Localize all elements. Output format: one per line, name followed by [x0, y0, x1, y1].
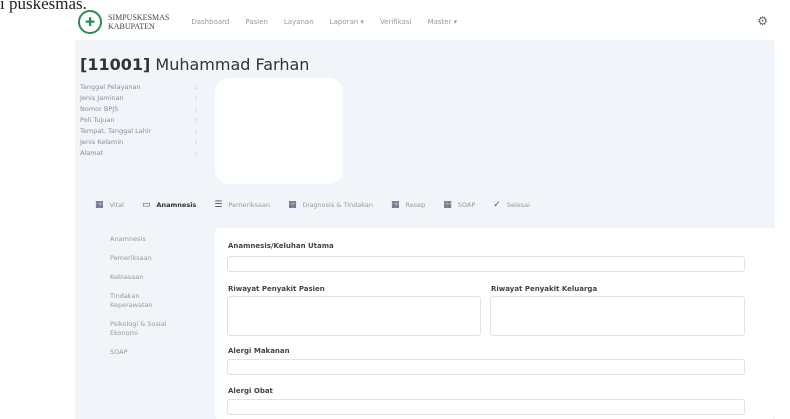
settings-icon[interactable]: ⚙ [757, 14, 768, 28]
sidebar-item-kebiasaan[interactable]: Kebiasaan [110, 273, 180, 282]
tab-vital[interactable]: ▦ Vital [95, 200, 124, 210]
sidebar-item-anamnesis[interactable]: Anamnesis [110, 235, 180, 244]
main-nav: Dashboard Pasien Layanan Laporan ▾ Verif… [191, 18, 457, 26]
service-tabs: ▦ Vital ▭ Anamnesis ☰ Pemeriksaan ▦ Diagnosi… [95, 200, 735, 210]
info-tanggal-pelayanan: Tanggal Pelayanan : [80, 83, 198, 91]
label-alergi-makanan: Alergi Makanan [228, 347, 290, 355]
alergi-obat-input[interactable] [227, 399, 745, 415]
form-section-sidebar: Anamnesis Pemeriksaan Kebiasaan Tindakan… [110, 235, 180, 367]
patient-id: [11001] [80, 55, 151, 74]
keluhan-utama-input[interactable] [227, 256, 745, 272]
page-title: [11001] Muhammad Farhan [80, 55, 309, 74]
tab-resep[interactable]: ▦ Resep [391, 200, 425, 210]
alergi-makanan-input[interactable] [227, 359, 745, 375]
info-ttl: Tempat, Tanggal Lahir : [80, 127, 198, 135]
nav-layanan[interactable]: Layanan [284, 18, 314, 26]
patient-info-list: Tanggal Pelayanan : Jenis Jaminan : Nomo… [80, 82, 210, 159]
tab-selesai[interactable]: ✓ Selesai [493, 200, 530, 210]
patient-photo [215, 78, 343, 184]
page-caption: i puskesmas. [0, 0, 87, 13]
nav-pasien[interactable]: Pasien [245, 18, 268, 26]
tab-pemeriksaan[interactable]: ☰ Pemeriksaan [214, 200, 270, 210]
label-riwayat-penyakit-pasien: Riwayat Penyakit Pasien [228, 285, 325, 293]
list-icon: ☰ [214, 200, 223, 210]
grid-icon: ▦ [443, 200, 452, 210]
grid-icon: ▦ [95, 200, 104, 210]
info-jenis-kelamin: Jenis Kelamin : [80, 138, 198, 146]
sidebar-item-pemeriksaan[interactable]: Pemeriksaan [110, 254, 180, 263]
label-riwayat-penyakit-keluarga: Riwayat Penyakit Keluarga [491, 285, 598, 293]
nav-laporan[interactable]: Laporan ▾ [330, 18, 364, 26]
label-keluhan-utama: Anamnesis/Keluhan Utama [228, 242, 334, 250]
patient-panel: [11001] Muhammad Farhan Tanggal Pelayana… [75, 40, 775, 419]
sidebar-item-tindakan[interactable]: Tindakan Keperawatan [110, 292, 180, 310]
patient-name: Muhammad Farhan [155, 55, 310, 74]
label-alergi-obat: Alergi Obat [228, 387, 273, 395]
anamnesis-form-card: Anamnesis/Keluhan Utama Riwayat Penyakit… [215, 228, 775, 419]
puskesmas-logo[interactable]: ✚ [78, 10, 102, 34]
sidebar-item-psikologi[interactable]: Psikologi & Sosial Ekonomi [110, 320, 180, 338]
grid-icon: ▦ [288, 200, 297, 210]
monitor-icon: ▭ [141, 200, 151, 210]
sidebar-item-soap[interactable]: SOAP [110, 348, 180, 357]
brand-line-1: SIMPUSKESMAS [108, 13, 170, 22]
info-poli-tujuan: Poli Tujuan : [80, 116, 198, 124]
nav-master[interactable]: Master ▾ [428, 18, 458, 26]
info-nomor-bpjs: Nomor BPJS : [80, 105, 198, 113]
tab-diagnosis[interactable]: ▦ Diagnosis & Tindakan [288, 200, 373, 210]
tab-anamnesis[interactable]: ▭ Anamnesis [142, 200, 196, 210]
nav-verifikasi[interactable]: Verifikasi [380, 18, 412, 26]
riwayat-penyakit-pasien-textarea[interactable] [227, 296, 481, 336]
grid-icon: ▦ [391, 200, 400, 210]
check-icon: ✓ [493, 200, 501, 210]
info-jenis-jaminan: Jenis Jaminan : [80, 94, 198, 102]
riwayat-penyakit-keluarga-textarea[interactable] [490, 296, 745, 336]
tab-soap[interactable]: ▦ SOAP [443, 200, 475, 210]
info-alamat: Alamat : [80, 149, 198, 157]
top-navbar: ✚ SIMPUSKESMAS KABUPATEN Dashboard Pasie… [78, 8, 768, 36]
nav-dashboard[interactable]: Dashboard [191, 18, 229, 26]
brand-name: SIMPUSKESMAS KABUPATEN [108, 13, 169, 31]
brand-line-2: KABUPATEN [108, 22, 155, 31]
